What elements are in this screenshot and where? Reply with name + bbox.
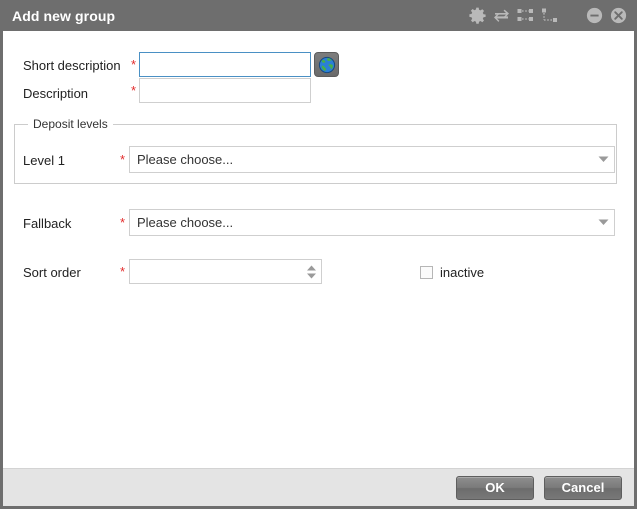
level1-select-value: Please choose... — [137, 152, 234, 167]
level1-label: Level 1 — [23, 152, 65, 168]
globe-icon — [318, 56, 335, 73]
chevron-down-icon — [592, 219, 614, 226]
translate-globe-button[interactable] — [314, 52, 339, 77]
fallback-row: Fallback — [23, 211, 71, 235]
level1-select[interactable]: Please choose... — [129, 146, 615, 173]
settings-gear-icon[interactable] — [469, 7, 486, 24]
stepper-down-icon — [306, 273, 316, 278]
short-description-input[interactable] — [139, 52, 311, 77]
titlebar-icon-group — [469, 7, 634, 24]
window-title: Add new group — [12, 7, 116, 24]
short-description-row: Short description — [23, 53, 121, 77]
swap-arrows-icon[interactable] — [493, 7, 510, 24]
fallback-required-asterisk: * — [120, 215, 126, 230]
sort-order-stepper[interactable] — [129, 259, 322, 284]
tree-connector-icon[interactable] — [541, 7, 558, 24]
deposit-levels-legend: Deposit levels — [28, 117, 113, 131]
cancel-button[interactable]: Cancel — [544, 475, 622, 500]
dialog-footer: OK Cancel — [3, 468, 634, 506]
short-description-required-asterisk: * — [131, 57, 137, 72]
fallback-label: Fallback — [23, 215, 72, 231]
titlebar-spacer — [565, 15, 579, 16]
stepper-arrows[interactable] — [301, 260, 321, 283]
dialog-window: Add new group Short description * Descri… — [0, 0, 637, 509]
short-description-label: Short description — [23, 57, 121, 73]
description-input[interactable] — [139, 78, 311, 103]
sort-order-required-asterisk: * — [120, 264, 126, 279]
description-row: Description — [23, 81, 88, 105]
description-required-asterisk: * — [131, 83, 137, 98]
description-label: Description — [23, 85, 89, 101]
dialog-body: Short description * Description * Deposi… — [3, 31, 634, 468]
ok-button[interactable]: OK — [456, 475, 534, 500]
sort-order-label: Sort order — [23, 264, 81, 280]
hierarchy-dotted-icon[interactable] — [517, 7, 534, 24]
titlebar: Add new group — [3, 0, 634, 31]
close-button[interactable] — [610, 7, 627, 24]
inactive-checkbox[interactable] — [420, 266, 433, 279]
fallback-select-value: Please choose... — [137, 215, 234, 230]
chevron-down-icon — [592, 156, 614, 163]
fallback-select[interactable]: Please choose... — [129, 209, 615, 236]
minimize-button[interactable] — [586, 7, 603, 24]
inactive-checkbox-row[interactable]: inactive — [420, 265, 484, 280]
inactive-label: inactive — [440, 265, 485, 280]
stepper-up-icon — [306, 265, 316, 270]
level1-required-asterisk: * — [120, 152, 126, 167]
sort-order-row: Sort order — [23, 260, 81, 284]
level1-row: Level 1 — [23, 148, 65, 172]
